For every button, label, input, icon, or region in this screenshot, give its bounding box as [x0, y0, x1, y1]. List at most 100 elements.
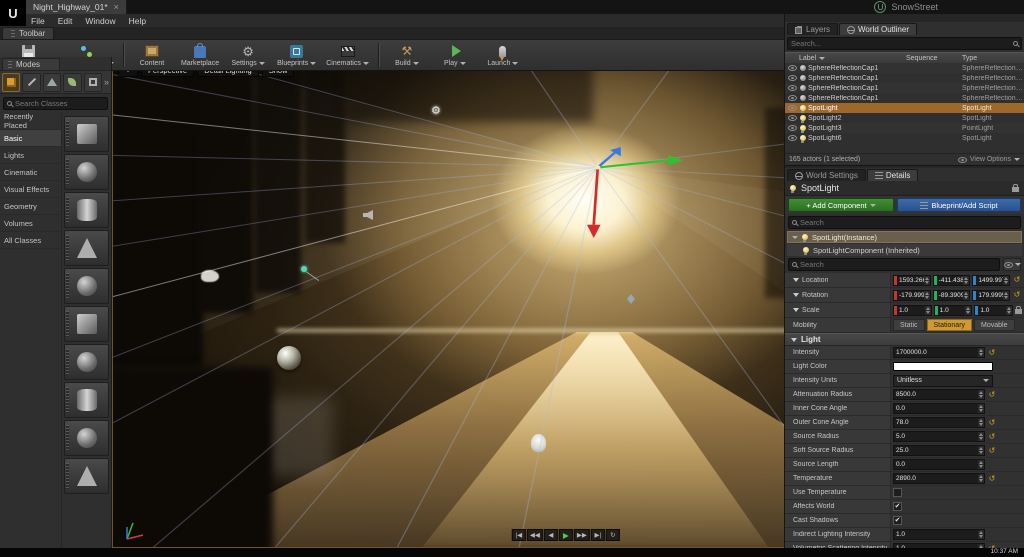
spinner[interactable]	[978, 460, 984, 469]
location-x-field[interactable]: 1593.2666	[893, 274, 931, 286]
placeable-item-thumbnail[interactable]	[64, 458, 109, 494]
category-all-classes[interactable]: All Classes	[0, 232, 61, 249]
source-length-field[interactable]: 0.0	[893, 459, 985, 470]
outliner-row[interactable]: SpotLight6 SpotLight	[785, 133, 1024, 143]
outliner-row[interactable]: SpotLight3 PointLight	[785, 123, 1024, 133]
rotation-y-field[interactable]: -89.3909	[932, 289, 971, 301]
lock-icon[interactable]	[1012, 183, 1019, 192]
transport-step-back-button[interactable]: ◀◀	[526, 529, 543, 541]
level-tab[interactable]: Night_Highway_01* ×	[26, 0, 127, 14]
spinner[interactable]	[1003, 275, 1010, 285]
outer-cone-angle-field[interactable]: 78.0	[893, 417, 985, 428]
category-lights[interactable]: Lights	[0, 147, 61, 164]
spinner[interactable]	[978, 418, 984, 427]
reset-icon[interactable]: ↺	[987, 390, 997, 399]
spinner[interactable]	[978, 432, 984, 441]
scale-y-field[interactable]: 1.0	[933, 304, 973, 316]
property-visibility-button[interactable]	[1003, 258, 1021, 271]
rotation-label[interactable]: Rotation	[785, 288, 891, 302]
placeable-item-thumbnail[interactable]	[64, 268, 109, 304]
outliner-row[interactable]: SphereReflectionCap1SphereReflectionCapt…	[785, 83, 1024, 93]
outliner-row-selected[interactable]: SpotLight SpotLight	[785, 103, 1024, 113]
visibility-eye-icon[interactable]	[787, 135, 798, 141]
add-component-button[interactable]: + Add Component	[788, 198, 894, 212]
transport-go-to-front-button[interactable]: |◀	[511, 529, 526, 541]
affects-world-checkbox[interactable]: ✔	[893, 502, 902, 511]
light-section-header[interactable]: Light	[785, 333, 1024, 346]
foliage-mode-button[interactable]	[63, 72, 82, 92]
placeable-item-thumbnail[interactable]	[64, 230, 109, 266]
spinner[interactable]	[923, 275, 930, 285]
source-radius-field[interactable]: 5.0	[893, 431, 985, 442]
scale-x-field[interactable]: 1.0	[893, 304, 932, 316]
menu-help[interactable]: Help	[129, 16, 146, 26]
modes-search-input[interactable]	[15, 99, 104, 108]
placeable-item-thumbnail[interactable]	[64, 344, 109, 380]
reset-icon[interactable]: ↺	[987, 418, 997, 427]
spinner[interactable]	[978, 404, 984, 413]
reset-icon[interactable]: ↺	[987, 432, 997, 441]
attenuation-radius-field[interactable]: 8500.0	[893, 389, 985, 400]
visibility-eye-icon[interactable]	[787, 85, 798, 91]
intensity-units-dropdown[interactable]: Unitless	[893, 374, 993, 387]
category-cinematic[interactable]: Cinematic	[0, 164, 61, 181]
blueprint-add-script-button[interactable]: Blueprint/Add Script	[897, 198, 1021, 212]
reset-icon[interactable]: ↺	[1012, 291, 1022, 299]
close-tab-icon[interactable]: ×	[114, 2, 119, 12]
reset-icon[interactable]: ↺	[987, 446, 997, 455]
placeable-item-thumbnail[interactable]	[64, 382, 109, 418]
component-row[interactable]: SpotLightComponent (Inherited)	[787, 244, 1022, 256]
soft-source-radius-field[interactable]: 25.0	[893, 445, 985, 456]
component-search-input[interactable]	[800, 218, 1017, 227]
transport-go-to-end-button[interactable]: ▶|	[590, 529, 605, 541]
indirect-lighting-intensity-field[interactable]: 1.0	[893, 529, 985, 540]
placeable-item-thumbnail[interactable]	[64, 192, 109, 228]
outliner-row[interactable]: SpotLight2 SpotLight	[785, 113, 1024, 123]
spinner[interactable]	[1006, 305, 1013, 315]
category-visual-effects[interactable]: Visual Effects	[0, 181, 61, 198]
expand-caret-icon[interactable]	[792, 235, 798, 239]
toolbar-tab[interactable]: Toolbar	[2, 27, 55, 39]
marketplace-button[interactable]: Marketplace	[177, 41, 223, 70]
category-recently-placed[interactable]: Recently Placed	[0, 112, 61, 130]
transport-play-reverse-button[interactable]: ◀	[543, 529, 558, 541]
menu-file[interactable]: File	[31, 16, 45, 26]
actor-instance-row[interactable]: SpotLight(Instance)	[787, 231, 1022, 243]
spinner[interactable]	[923, 290, 930, 300]
outliner-row[interactable]: SphereReflectionCap1SphereReflectionCapt…	[785, 63, 1024, 73]
spinner[interactable]	[978, 390, 984, 399]
scale-label[interactable]: Scale	[785, 303, 891, 317]
expand-chevrons-icon[interactable]: »	[104, 77, 109, 87]
spinner[interactable]	[963, 275, 970, 285]
placeable-item-thumbnail[interactable]	[64, 306, 109, 342]
column-sequence[interactable]: Sequence	[906, 55, 962, 62]
reset-icon[interactable]: ↺	[987, 474, 997, 483]
rotation-x-field[interactable]: -179.9995	[893, 289, 931, 301]
category-geometry[interactable]: Geometry	[0, 198, 61, 215]
location-z-field[interactable]: 1499.9974	[972, 274, 1011, 286]
spinner[interactable]	[963, 290, 970, 300]
outliner-row[interactable]: SphereReflectionCap1SphereReflectionCapt…	[785, 93, 1024, 103]
spinner[interactable]	[978, 530, 984, 539]
content-browser-button[interactable]: Content	[129, 41, 175, 70]
spinner[interactable]	[924, 305, 931, 315]
spinner[interactable]	[965, 305, 972, 315]
use-temperature-checkbox[interactable]	[893, 488, 902, 497]
placeable-item-thumbnail[interactable]	[64, 154, 109, 190]
menu-window[interactable]: Window	[85, 16, 115, 26]
spinner[interactable]	[978, 474, 984, 483]
spinner[interactable]	[1003, 290, 1010, 300]
location-label[interactable]: Location	[785, 273, 891, 287]
tab-layers[interactable]: Layers	[787, 23, 839, 35]
cast-shadows-checkbox[interactable]: ✔	[893, 516, 902, 525]
location-y-field[interactable]: -411.4382	[932, 274, 971, 286]
outliner-row[interactable]: SphereReflectionCap1SphereReflectionCapt…	[785, 73, 1024, 83]
inner-cone-angle-field[interactable]: 0.0	[893, 403, 985, 414]
visibility-eye-icon[interactable]	[787, 105, 798, 111]
cinematics-button[interactable]: Cinematics	[322, 41, 373, 70]
visibility-eye-icon[interactable]	[787, 125, 798, 131]
intensity-field[interactable]: 1700000.0	[893, 347, 985, 358]
property-filter-input[interactable]	[800, 260, 996, 269]
column-type[interactable]: Type	[962, 55, 1024, 62]
transport-loop-button[interactable]: ↻	[605, 529, 620, 541]
